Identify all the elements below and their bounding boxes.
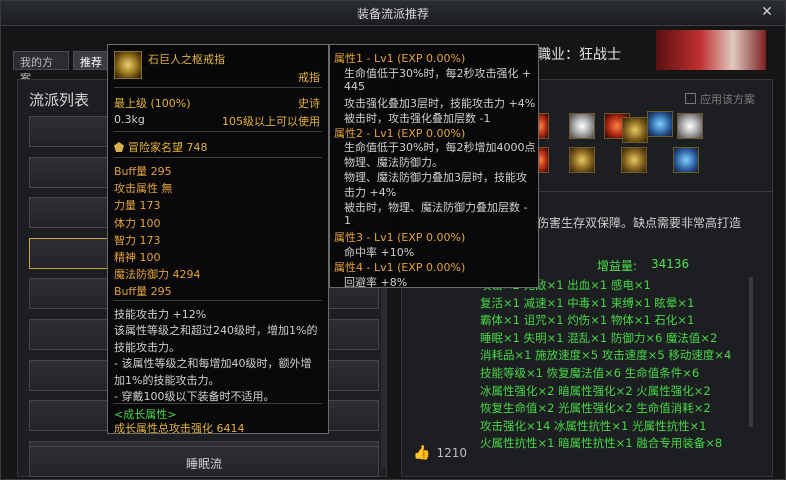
equipment-slot[interactable] — [673, 147, 699, 173]
growth-attribute-line: 被击时，攻击强化叠加层数 -1 — [344, 111, 491, 125]
gain-value: 34136 — [651, 257, 690, 271]
item-stat: Buff量 295 — [114, 285, 172, 299]
growth-attribute-header: 属性2 - Lv1 (EXP 0.00%) — [334, 126, 466, 140]
item-weight: 0.3kg — [114, 113, 145, 126]
growth-attribute-line: 被击时，物理、魔法防御力叠加层数 - — [344, 201, 528, 214]
stat-line: 消耗品×1 施放速度×5 攻击速度×5 移动速度×4 — [480, 348, 732, 363]
item-grade: 最上级 (100%) — [114, 97, 191, 110]
divider — [114, 403, 322, 404]
growth-attribute-line: 命中率 +10% — [344, 245, 415, 259]
growth-attribute-line: 击力 +4% — [344, 186, 397, 200]
equipment-slot[interactable] — [622, 117, 648, 143]
growth-attribute-line: 物理、魔法防御力叠加3层时，技能攻 — [344, 171, 527, 185]
item-stat: 攻击属性 無 — [114, 182, 173, 196]
equipment-slot[interactable] — [569, 113, 595, 139]
item-effect-line: - 该属性等级之和每增加40级时，额外增 — [114, 357, 312, 371]
growth-attribute-tooltip: 属性1 - Lv1 (EXP 0.00%) 生命值低于30%时，每2秒攻击强化 +… — [329, 44, 539, 289]
item-effect-line: 该属性等级之和超过240级时，增加1%的 — [114, 324, 318, 338]
ring-icon — [114, 51, 142, 79]
item-stat: Buff量 295 — [114, 165, 172, 178]
job-label: 職业：狂战士 — [537, 47, 621, 63]
tab-my-plans[interactable]: 我的方案 — [13, 51, 69, 85]
item-effect-line: 技能攻击力。 — [114, 340, 180, 354]
growth-attribute-line: 445 — [344, 79, 365, 93]
checkbox-icon[interactable] — [685, 93, 696, 104]
item-effect-line: - 穿戴100级以下装备时不适用。 — [114, 390, 275, 403]
divider — [114, 87, 322, 88]
thumbs-up-icon: 👍 — [413, 445, 431, 461]
stats-scrollbar[interactable] — [749, 277, 753, 427]
like-count: 1210 — [436, 446, 467, 460]
fame-text: 冒险家名望 748 — [128, 141, 208, 154]
stat-line: 攻击强化×14 冰属性抗性×1 光属性抗性×1 — [480, 418, 707, 433]
item-name: 石巨人之枢戒指 — [148, 53, 225, 66]
item-stat: 力量 173 — [114, 199, 161, 213]
apply-plan-label: 应用该方案 — [700, 93, 755, 106]
growth-attribute-line: 生命值低于30%时，每2秒增加4000点 — [344, 141, 536, 155]
build-list-title: 流派列表 — [29, 91, 90, 109]
growth-attribute-line: 生命值低于30%时，每2秒攻击强化 + — [344, 66, 532, 80]
close-icon[interactable]: ✕ — [759, 4, 775, 20]
recommend-window: 装备流派推荐 ✕ 我的方案 推荐 流派列表 睡眠流 職业：狂战士 应用该方案 伤… — [0, 0, 786, 480]
like-button[interactable]: 👍 1210 — [413, 445, 467, 461]
adventurer-fame: 冒险家名望 748 — [114, 139, 208, 155]
item-slot: 戒指 — [298, 71, 320, 84]
stat-line: 霸体×1 诅咒×1 灼伤×1 物体×1 石化×1 — [480, 313, 695, 328]
item-stat: 智力 173 — [114, 233, 161, 247]
item-rarity: 史诗 — [298, 97, 320, 110]
stat-line: 睡眠×1 失明×1 混乱×1 防御力×6 魔法值×2 — [480, 330, 718, 345]
stat-line: 技能等级×1 恢复魔法值×6 生命值条件×6 — [480, 365, 700, 380]
gain-label: 增益量: — [597, 259, 638, 273]
growth-total: 成长属性总攻击强化 6414 — [114, 422, 245, 435]
growth-attribute-line: 回避率 +8% — [344, 275, 408, 289]
divider — [114, 300, 322, 301]
item-stat: 体力 100 — [114, 216, 161, 230]
title-bar: 装备流派推荐 ✕ — [1, 1, 785, 26]
apply-plan-checkbox[interactable]: 应用该方案 — [685, 91, 755, 107]
item-tooltip: 石巨人之枢戒指 戒指 最上级 (100%) 史诗 0.3kg 105级以上可以使… — [107, 44, 329, 435]
gain-row: 增益量: 34136 — [597, 257, 689, 274]
stat-line: 火属性抗性×1 暗属性抗性×1 融合专用装备×8 — [480, 436, 723, 451]
equipment-slot[interactable] — [621, 147, 647, 173]
stat-line: 恢复生命值×2 光属性强化×2 生命值消耗×2 — [480, 401, 711, 416]
growth-attribute-line: 攻击强化叠加3层时，技能攻击力 +4% — [344, 96, 536, 110]
window-title: 装备流派推荐 — [356, 7, 429, 21]
equipment-slot[interactable] — [569, 147, 595, 173]
medal-icon — [114, 142, 124, 152]
divider — [114, 157, 322, 158]
item-effect-line: 加1%的技能攻击力。 — [114, 373, 220, 387]
item-level-req: 105级以上可以使用 — [222, 115, 320, 128]
growth-attribute-line: 物理、魔法防御力。 — [344, 156, 443, 170]
build-list-item-label: 睡眠流 — [185, 457, 222, 471]
stat-line: 冰属性强化×2 暗属性强化×2 火属性强化×2 — [480, 383, 711, 398]
item-stat: 魔法防御力 4294 — [114, 268, 201, 282]
item-effect-line: 技能攻击力 +12% — [114, 308, 207, 321]
build-list-item-sleep[interactable]: 睡眠流 — [29, 446, 379, 477]
growth-attribute-header: 属性3 - Lv1 (EXP 0.00%) — [334, 230, 466, 244]
build-description: 伤害生存双保障。缺点需要非常高打造 — [537, 216, 742, 230]
character-portrait — [656, 30, 766, 70]
growth-attribute-header: 属性4 - Lv1 (EXP 0.00%) — [334, 260, 466, 274]
equipment-slot[interactable] — [647, 111, 673, 137]
growth-attribute-line: 1 — [344, 213, 351, 227]
stats-list: 攻击×2 无敌×1 出血×1 感电×1 复活×1 减速×1 中毒×1 束缚×1 眩… — [480, 277, 750, 453]
equipment-slot[interactable] — [677, 113, 703, 139]
item-stat: 精神 100 — [114, 251, 161, 264]
growth-attribute-header: 属性1 - Lv1 (EXP 0.00%) — [334, 52, 466, 65]
divider — [114, 131, 322, 132]
stat-line: 复活×1 减速×1 中毒×1 束缚×1 眩晕×1 — [480, 295, 695, 310]
